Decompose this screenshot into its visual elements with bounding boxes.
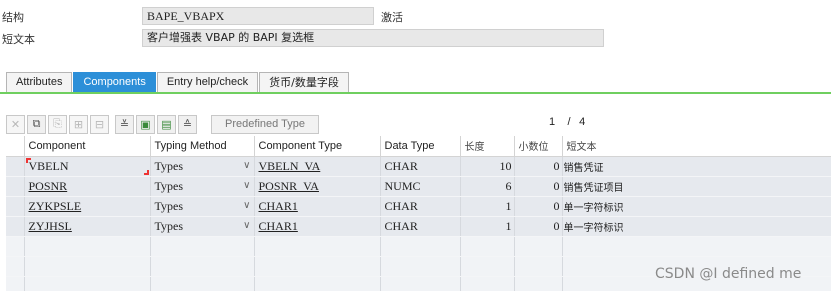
data-type-cell: NUMC [380, 176, 461, 197]
table-row: ZYKPSLE Types ∨ CHAR1 CHAR 1 0 单一字符标识 [6, 196, 831, 217]
status-text: 激活 [381, 11, 403, 24]
append-icon[interactable]: ▣ [136, 114, 155, 134]
data-type-cell: CHAR [380, 196, 461, 217]
col-header-typing-method[interactable]: Typing Method [150, 136, 255, 157]
col-header-data-type[interactable]: Data Type [380, 136, 461, 157]
copy-icon[interactable]: ⧉ [27, 114, 46, 134]
component-type-cell[interactable]: CHAR1 [254, 196, 381, 217]
tab-entry-help-check[interactable]: Entry help/check [156, 72, 259, 92]
tab-currency-quantity-fields[interactable]: 货币/数量字段 [259, 72, 349, 92]
table-row: VBELN Types ∨ VBELN_VA CHAR 10 0 销售凭证 [6, 156, 831, 177]
tab-components[interactable]: Components [73, 72, 156, 92]
typing-method-cell[interactable]: Types ∨ [150, 156, 255, 177]
col-header-short-text[interactable]: 短文本 [562, 136, 831, 157]
expand-all-icon[interactable]: ≚ [115, 114, 134, 134]
table-row: POSNR Types ∨ POSNR_VA NUMC 6 0 销售凭证项目 [6, 176, 831, 197]
row-selector-header[interactable] [6, 136, 25, 157]
data-type-cell: CHAR [380, 156, 461, 177]
length-cell: 1 [460, 196, 515, 217]
row-selector[interactable] [6, 176, 25, 197]
tab-strip: Attributes Components Entry help/check 货… [6, 72, 350, 92]
component-cell[interactable]: ZYJHSL [24, 216, 151, 237]
paste-icon[interactable]: ⎘ [48, 114, 67, 134]
table-header: Component Typing Method Component Type D… [6, 136, 831, 157]
row-selector[interactable] [6, 216, 25, 237]
page-indicator: 1 / 4 [549, 116, 586, 128]
total-pages: 4 [579, 116, 586, 128]
structure-label: 结构 [2, 11, 24, 24]
short-text-cell[interactable]: 单一字符标识 [562, 216, 831, 237]
component-cell[interactable]: ZYKPSLE [24, 196, 151, 217]
typing-method-cell[interactable]: Types ∨ [150, 196, 255, 217]
component-cell[interactable]: POSNR [24, 176, 151, 197]
empty-table-row [6, 236, 831, 257]
component-type-cell[interactable]: CHAR1 [254, 216, 381, 237]
typing-method-cell[interactable]: Types ∨ [150, 176, 255, 197]
col-header-length[interactable]: 长度 [460, 136, 515, 157]
decimals-cell: 0 [514, 156, 563, 177]
decimals-cell: 0 [514, 176, 563, 197]
col-header-component-type[interactable]: Component Type [254, 136, 381, 157]
length-cell: 10 [460, 156, 515, 177]
structure-name-field[interactable]: BAPE_VBAPX [142, 7, 374, 25]
short-text-cell[interactable]: 单一字符标识 [562, 196, 831, 217]
row-selector[interactable] [6, 156, 25, 177]
component-type-cell[interactable]: POSNR_VA [254, 176, 381, 197]
insert-icon[interactable]: ▤ [157, 114, 176, 134]
typing-method-cell[interactable]: Types ∨ [150, 216, 255, 237]
dropdown-arrow-icon[interactable]: ∨ [243, 180, 250, 191]
tab-underline [0, 92, 831, 94]
components-toolbar: ✕ ⧉ ⎘ ⊞ ⊟ ≚ ▣ ▤ ≙ Predefined Type [6, 114, 319, 134]
row-selector[interactable] [6, 196, 25, 217]
decimals-cell: 0 [514, 216, 563, 237]
cut-icon[interactable]: ✕ [6, 114, 25, 134]
insert-row-icon[interactable]: ⊞ [69, 114, 88, 134]
component-cell[interactable]: VBELN [24, 156, 151, 177]
short-text-field[interactable]: 客户增强表 VBAP 的 BAPI 复选框 [142, 29, 604, 47]
component-type-cell[interactable]: VBELN_VA [254, 156, 381, 177]
watermark: CSDN @I defined me [655, 266, 802, 282]
dropdown-arrow-icon[interactable]: ∨ [243, 200, 250, 211]
current-page[interactable]: 1 [549, 116, 559, 128]
length-cell: 1 [460, 216, 515, 237]
short-text-cell[interactable]: 销售凭证 [562, 156, 831, 177]
short-text-label: 短文本 [2, 33, 35, 46]
short-text-cell[interactable]: 销售凭证项目 [562, 176, 831, 197]
dropdown-arrow-icon[interactable]: ∨ [243, 160, 250, 171]
collapse-all-icon[interactable]: ≙ [178, 114, 197, 134]
delete-row-icon[interactable]: ⊟ [90, 114, 109, 134]
data-type-cell: CHAR [380, 216, 461, 237]
predefined-type-button[interactable]: Predefined Type [211, 114, 319, 134]
col-header-component[interactable]: Component [24, 136, 151, 157]
col-header-decimals[interactable]: 小数位 [514, 136, 563, 157]
decimals-cell: 0 [514, 196, 563, 217]
table-row: ZYJHSL Types ∨ CHAR1 CHAR 1 0 单一字符标识 [6, 216, 831, 237]
tab-attributes[interactable]: Attributes [6, 72, 73, 92]
length-cell: 6 [460, 176, 515, 197]
dropdown-arrow-icon[interactable]: ∨ [243, 220, 250, 231]
